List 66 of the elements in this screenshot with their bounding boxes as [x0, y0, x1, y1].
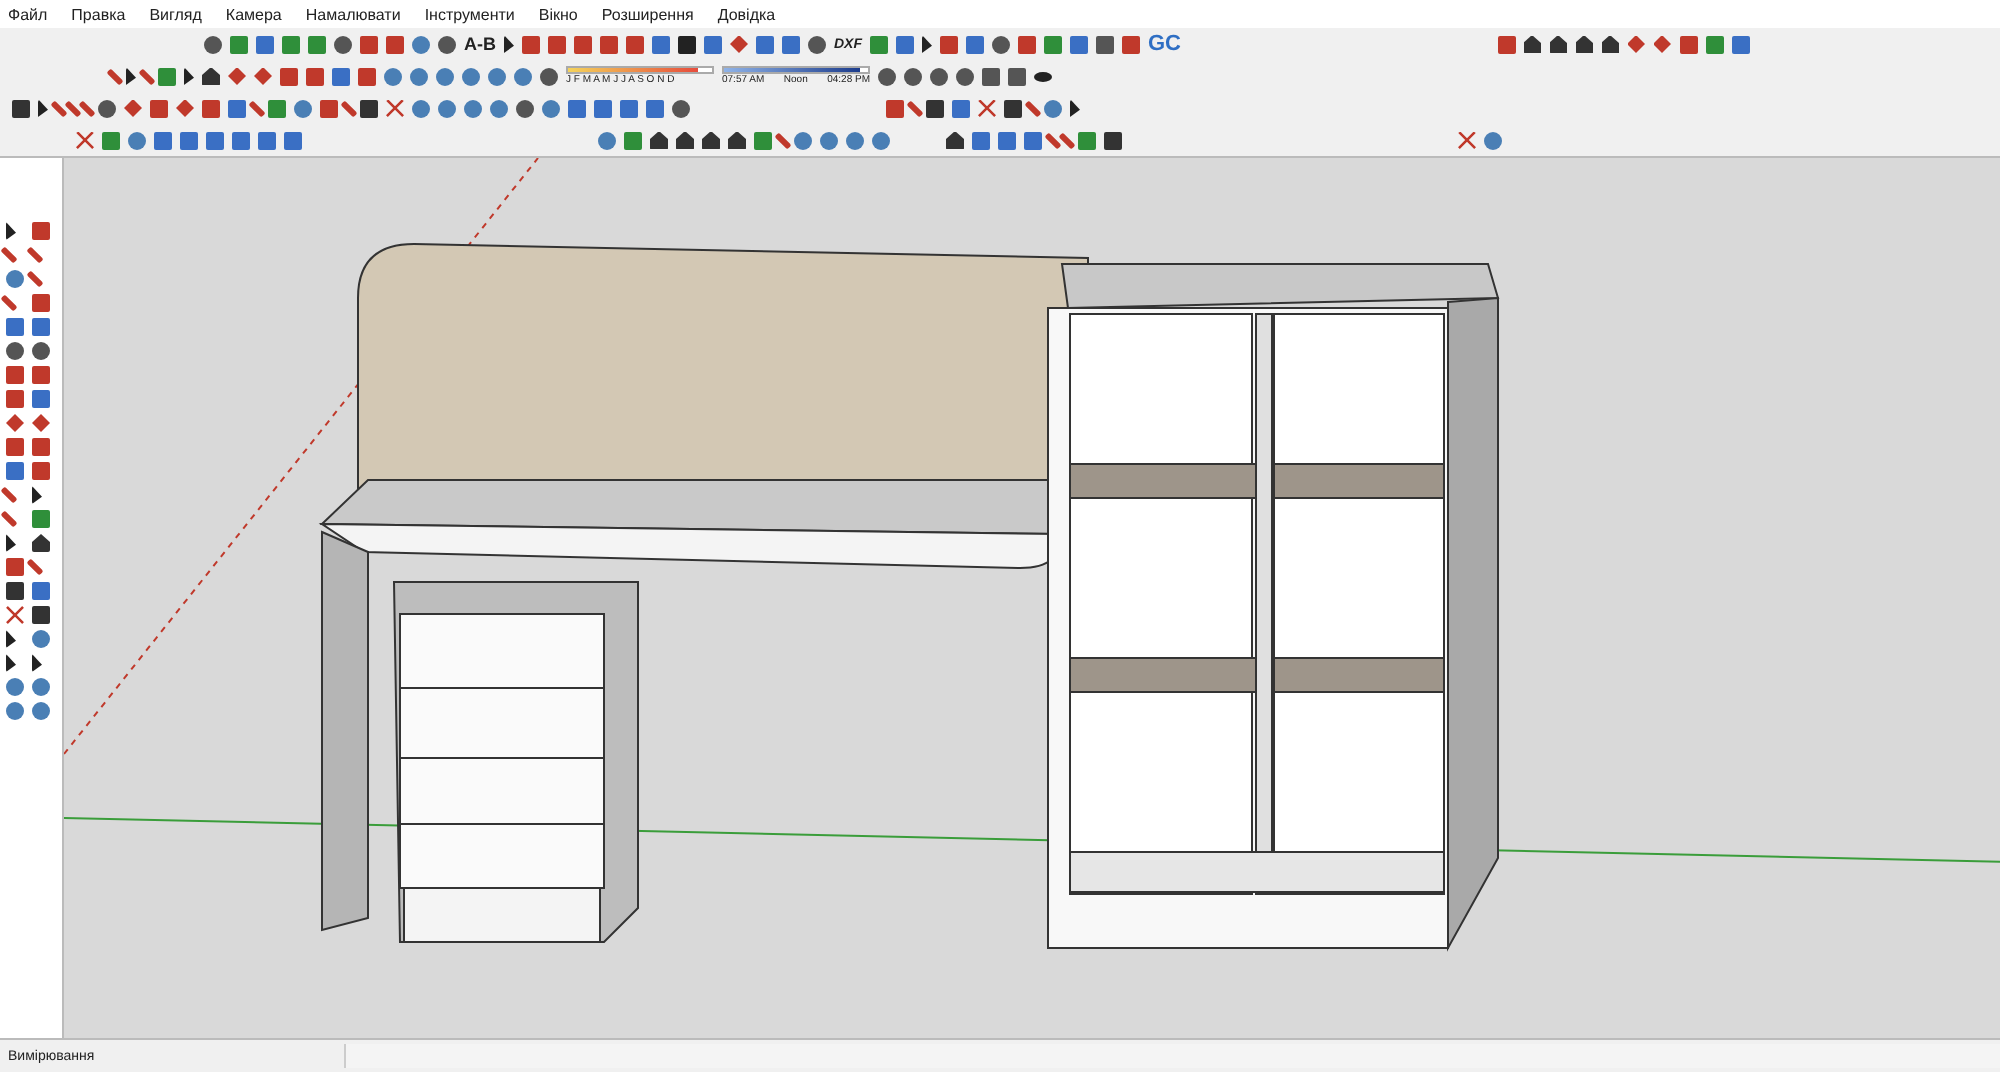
square-icon[interactable] [782, 35, 800, 53]
circle-icon[interactable] [992, 35, 1010, 53]
square-icon[interactable] [1024, 131, 1042, 149]
circle-icon[interactable] [516, 99, 534, 117]
menu-item[interactable]: Розширення [601, 5, 694, 23]
circle-icon[interactable] [904, 67, 922, 85]
square-icon[interactable] [998, 131, 1016, 149]
circle-icon[interactable] [930, 67, 948, 85]
close-icon[interactable] [386, 99, 404, 117]
close-icon[interactable] [6, 606, 24, 624]
measurements-field[interactable] [344, 1044, 2000, 1068]
square-icon[interactable] [646, 99, 664, 117]
circle-icon[interactable] [334, 35, 352, 53]
menu-item[interactable]: Намалювати [305, 5, 401, 23]
square-icon[interactable] [1070, 35, 1088, 53]
square-icon[interactable] [206, 131, 224, 149]
menu-item[interactable]: Вигляд [149, 5, 202, 23]
menu-item[interactable]: Камера [225, 5, 282, 23]
square-icon[interactable] [594, 99, 612, 117]
square-icon[interactable] [258, 131, 276, 149]
square-icon[interactable] [154, 131, 172, 149]
menu-item[interactable]: Файл [8, 5, 48, 23]
pencil-icon[interactable] [26, 558, 44, 576]
square-icon[interactable] [620, 99, 638, 117]
close-icon[interactable] [76, 131, 94, 149]
square-icon[interactable] [228, 99, 246, 117]
square-icon[interactable] [568, 99, 586, 117]
gc-tool-label[interactable]: GC [1148, 32, 1181, 56]
close-icon[interactable] [978, 99, 996, 117]
square-icon[interactable] [756, 35, 774, 53]
close-icon[interactable] [1458, 131, 1476, 149]
house-icon[interactable] [946, 131, 964, 149]
circle-icon[interactable] [540, 67, 558, 85]
circle-icon[interactable] [98, 99, 116, 117]
house-icon[interactable] [32, 534, 50, 552]
square-icon[interactable] [704, 35, 722, 53]
square-icon[interactable] [232, 131, 250, 149]
circle-icon[interactable] [438, 35, 456, 53]
circle-icon[interactable] [808, 35, 826, 53]
square-icon[interactable] [180, 131, 198, 149]
menu-item[interactable]: Інструменти [424, 5, 515, 23]
circle-icon[interactable] [204, 35, 222, 53]
circle-icon[interactable] [32, 342, 50, 360]
circle-icon[interactable] [878, 67, 896, 85]
square-icon[interactable] [332, 67, 350, 85]
square-icon[interactable] [256, 35, 274, 53]
menu-item[interactable]: Вікно [538, 5, 578, 23]
menu-item[interactable]: Довідка [717, 5, 776, 23]
square-icon[interactable] [284, 131, 302, 149]
circle-icon[interactable] [6, 342, 24, 360]
pencil-icon[interactable] [906, 99, 924, 117]
square-icon[interactable] [972, 131, 990, 149]
menu-item[interactable]: Правка [71, 5, 126, 23]
circle-icon[interactable] [956, 67, 974, 85]
circle-icon[interactable] [672, 99, 690, 117]
pencil-icon[interactable] [248, 99, 266, 117]
pencil-icon[interactable] [340, 99, 358, 117]
square-icon[interactable] [966, 35, 984, 53]
square-icon[interactable] [652, 35, 670, 53]
square-icon[interactable] [896, 35, 914, 53]
drawing-viewport[interactable] [64, 158, 2000, 1038]
square-icon[interactable] [1731, 35, 1749, 53]
pencil-icon[interactable] [774, 131, 792, 149]
distance-tool-label[interactable]: A-B [464, 34, 496, 54]
house-icon[interactable] [202, 67, 220, 85]
square-icon[interactable] [952, 99, 970, 117]
